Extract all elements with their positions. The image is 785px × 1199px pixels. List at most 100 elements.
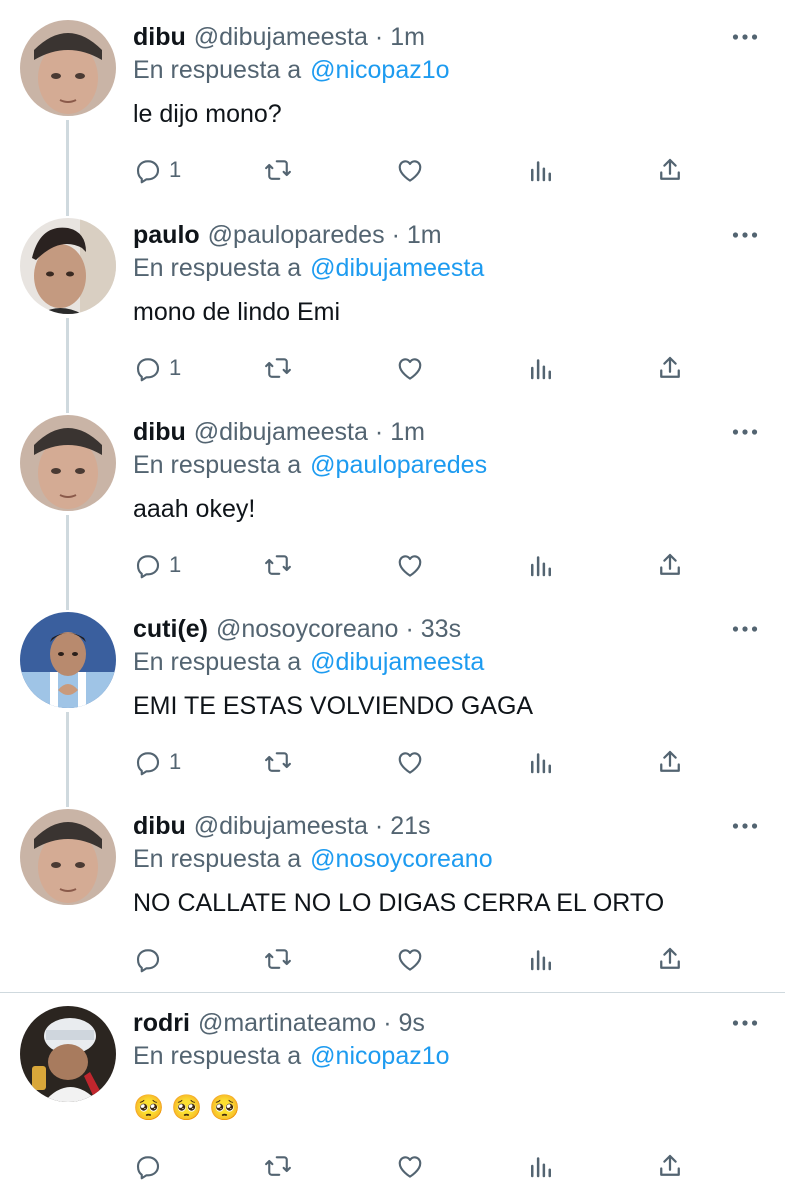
avatar[interactable]: [20, 809, 116, 905]
reply-bubble-icon: [136, 949, 160, 973]
timestamp[interactable]: 9s: [399, 1009, 425, 1038]
display-name[interactable]: paulo: [133, 221, 200, 250]
reply-context: En respuesta a @nosoycoreano: [133, 843, 765, 876]
more-button[interactable]: [725, 616, 765, 642]
like-button[interactable]: [395, 348, 425, 388]
reply-button[interactable]: 1: [133, 150, 181, 190]
share-upload-icon: [660, 947, 680, 969]
reply-button[interactable]: [133, 939, 169, 979]
share-button[interactable]: [655, 348, 685, 388]
avatar[interactable]: [20, 20, 116, 116]
separator-dot: ·: [391, 220, 400, 249]
timestamp[interactable]: 1m: [390, 23, 425, 52]
tweet[interactable]: paulo @pauloparedes · 1m En respuesta a …: [0, 218, 785, 398]
views-bars-icon: [531, 161, 551, 182]
retweet-icon: [265, 160, 291, 180]
reply-bubble-icon: [136, 752, 160, 776]
like-button[interactable]: [395, 150, 425, 190]
retweet-button[interactable]: [263, 742, 293, 782]
retweet-button[interactable]: [263, 545, 293, 585]
reply-count: 1: [169, 749, 182, 774]
like-button[interactable]: [395, 939, 425, 979]
mention-link[interactable]: @nosoycoreano: [310, 845, 492, 874]
mention-link[interactable]: @nicopaz1o: [310, 1042, 449, 1071]
avatar[interactable]: [20, 1006, 116, 1102]
tweet[interactable]: dibu @dibujameesta · 1m En respuesta a @…: [0, 20, 785, 200]
tweet[interactable]: rodri @martinateamo · 9s En respuesta a …: [0, 1006, 785, 1192]
display-name[interactable]: dibu: [133, 812, 186, 841]
avatar[interactable]: [20, 415, 116, 511]
display-name[interactable]: dibu: [133, 418, 186, 447]
views-button[interactable]: [526, 939, 556, 979]
share-button[interactable]: [655, 939, 685, 979]
more-button[interactable]: [725, 24, 765, 50]
share-upload-icon: [660, 1154, 680, 1176]
retweet-button[interactable]: [263, 939, 293, 979]
user-handle[interactable]: @dibujameesta: [194, 812, 368, 841]
tweet-text: NO CALLATE NO LO DIGAS CERRA EL ORTO: [133, 888, 665, 917]
retweet-icon: [265, 949, 291, 969]
timestamp[interactable]: 1m: [407, 221, 442, 250]
like-button[interactable]: [395, 1146, 425, 1186]
tweet[interactable]: dibu @dibujameesta · 21s En respuesta a …: [0, 809, 785, 989]
views-button[interactable]: [526, 348, 556, 388]
views-button[interactable]: [526, 742, 556, 782]
more-button[interactable]: [725, 222, 765, 248]
action-bar: 1: [133, 150, 693, 190]
share-button[interactable]: [655, 150, 685, 190]
like-button[interactable]: [395, 545, 425, 585]
reply-prefix: En respuesta a: [133, 1042, 302, 1070]
timestamp[interactable]: 21s: [390, 812, 430, 841]
more-button[interactable]: [725, 813, 765, 839]
retweet-button[interactable]: [263, 348, 293, 388]
separator-dot: ·: [383, 1008, 392, 1037]
reply-button[interactable]: [133, 1146, 169, 1186]
more-dots-icon: [732, 429, 758, 435]
share-button[interactable]: [655, 545, 685, 585]
user-handle[interactable]: @dibujameesta: [194, 23, 368, 52]
user-handle[interactable]: @dibujameesta: [194, 418, 368, 447]
share-button[interactable]: [655, 1146, 685, 1186]
user-handle[interactable]: @martinateamo: [198, 1009, 376, 1038]
reply-button[interactable]: 1: [133, 742, 181, 782]
tweet-divider: [0, 992, 785, 993]
mention-link[interactable]: @nicopaz1o: [310, 56, 449, 85]
reply-context: En respuesta a @pauloparedes: [133, 449, 765, 482]
retweet-icon: [265, 358, 291, 378]
reply-context: En respuesta a @dibujameesta: [133, 646, 765, 679]
views-bars-icon: [531, 359, 551, 380]
views-button[interactable]: [526, 1146, 556, 1186]
user-handle[interactable]: @pauloparedes: [208, 221, 385, 250]
reply-prefix: En respuesta a: [133, 845, 302, 873]
retweet-button[interactable]: [263, 150, 293, 190]
share-button[interactable]: [655, 742, 685, 782]
timestamp[interactable]: 1m: [390, 418, 425, 447]
views-bars-icon: [531, 950, 551, 971]
more-button[interactable]: [725, 419, 765, 445]
display-name[interactable]: rodri: [133, 1009, 190, 1038]
tweet[interactable]: cuti(e) @nosoycoreano · 33s En respuesta…: [0, 612, 785, 792]
views-button[interactable]: [526, 150, 556, 190]
mention-link[interactable]: @dibujameesta: [310, 254, 484, 283]
heart-icon: [398, 752, 422, 774]
reply-button[interactable]: 1: [133, 348, 181, 388]
display-name[interactable]: dibu: [133, 23, 186, 52]
user-handle[interactable]: @nosoycoreano: [216, 615, 398, 644]
reply-bubble-icon: [136, 555, 160, 579]
heart-icon: [398, 358, 422, 380]
timestamp[interactable]: 33s: [421, 615, 461, 644]
avatar[interactable]: [20, 218, 116, 314]
views-button[interactable]: [526, 545, 556, 585]
more-dots-icon: [732, 626, 758, 632]
reply-button[interactable]: 1: [133, 545, 181, 585]
retweet-button[interactable]: [263, 1146, 293, 1186]
heart-icon: [398, 1156, 422, 1178]
views-bars-icon: [531, 556, 551, 577]
avatar[interactable]: [20, 612, 116, 708]
more-button[interactable]: [725, 1010, 765, 1036]
tweet[interactable]: dibu @dibujameesta · 1m En respuesta a @…: [0, 415, 785, 595]
mention-link[interactable]: @pauloparedes: [310, 451, 487, 480]
mention-link[interactable]: @dibujameesta: [310, 648, 484, 677]
like-button[interactable]: [395, 742, 425, 782]
display-name[interactable]: cuti(e): [133, 615, 208, 644]
